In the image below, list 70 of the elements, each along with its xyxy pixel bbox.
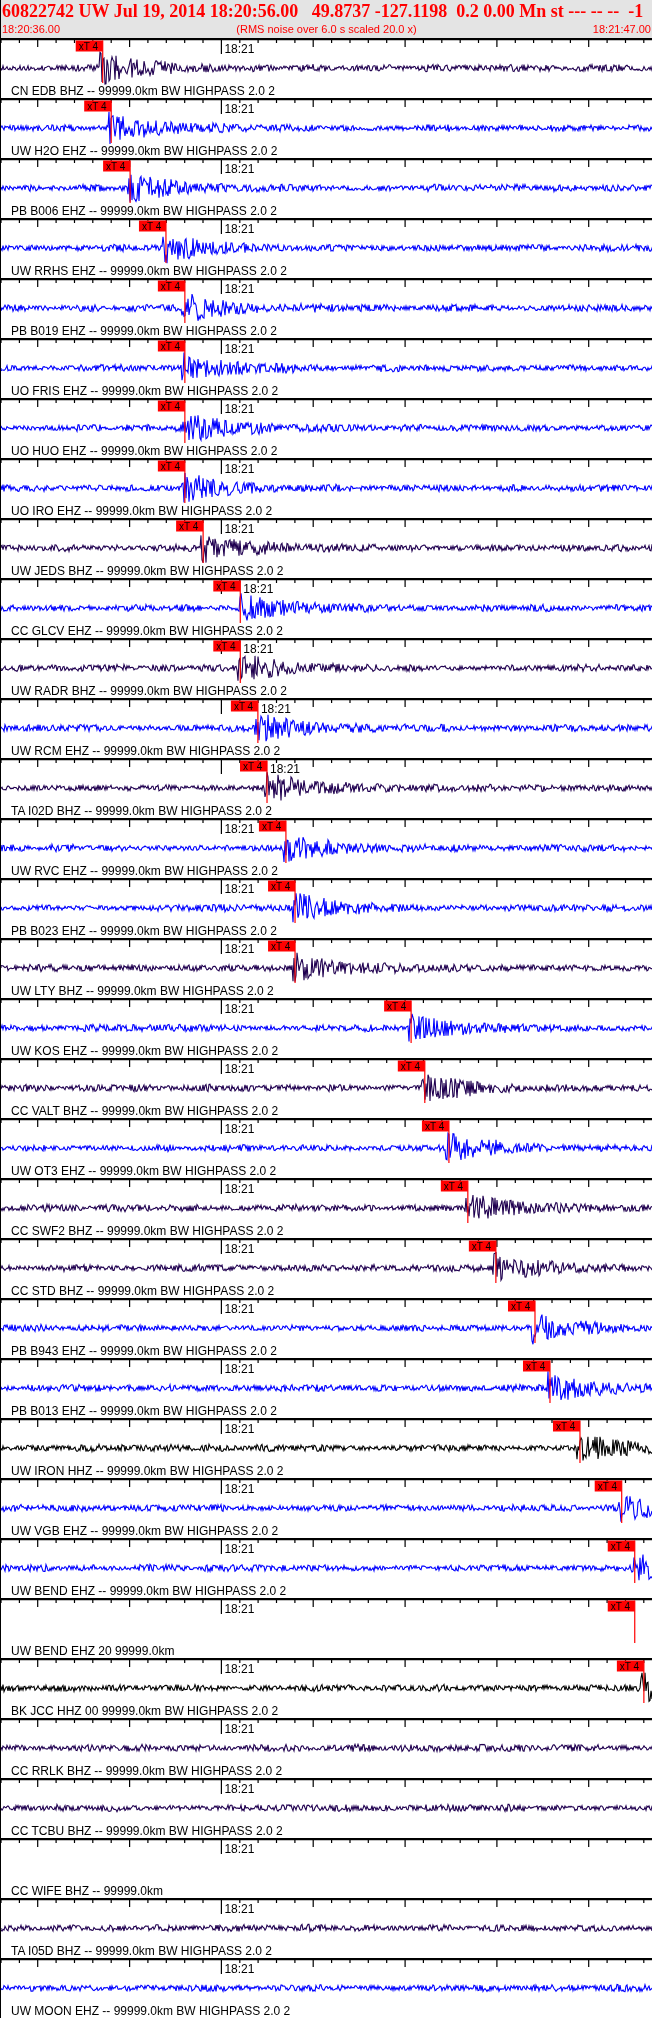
station-label: CC VALT BHZ -- 99999.0km BW HIGHPASS 2.0 2	[11, 1104, 279, 1118]
time-label: 18:21	[224, 1782, 255, 1796]
time-label: 18:21	[224, 1842, 255, 1856]
time-label: 18:21	[224, 1482, 255, 1496]
time-label: 18:21	[224, 522, 255, 536]
station-label: UW RRHS EHZ -- 99999.0km BW HIGHPASS 2.0 2	[11, 264, 287, 278]
station-label: UW JEDS BHZ -- 99999.0km BW HIGHPASS 2.0 2	[11, 564, 284, 578]
time-label: 18:21	[224, 102, 255, 116]
time-label: 18:21	[224, 1602, 255, 1616]
station-label: UO IRO EHZ -- 99999.0km BW HIGHPASS 2.0 2	[11, 504, 273, 518]
time-label: 18:21	[224, 822, 255, 836]
time-label: 18:21	[224, 1362, 255, 1376]
time-label: 18:21	[224, 1002, 255, 1016]
time-label: 18:21	[224, 282, 255, 296]
station-label: BK JCC HHZ 00 99999.0km BW HIGHPASS 2.0 2	[11, 1704, 279, 1718]
station-label: UO HUO EHZ -- 99999.0km BW HIGHPASS 2.0 2	[11, 444, 278, 458]
time-label: 18:21	[224, 1242, 255, 1256]
station-label: PB B943 EHZ -- 99999.0km BW HIGHPASS 2.0 2	[11, 1344, 277, 1358]
station-label: TA I05D BHZ -- 99999.0km BW HIGHPASS 2.0 2	[11, 1944, 272, 1958]
station-label: PB B013 EHZ -- 99999.0km BW HIGHPASS 2.0 2	[11, 1404, 277, 1418]
station-label: UW OT3 EHZ -- 99999.0km BW HIGHPASS 2.0 2	[11, 1164, 277, 1178]
time-label: 18:21	[224, 1722, 255, 1736]
station-label: CC WIFE BHZ -- 99999.0km	[11, 1884, 164, 1898]
station-label: CC RRLK BHZ -- 99999.0km BW HIGHPASS 2.0 2	[11, 1764, 283, 1778]
station-label: CC TCBU BHZ -- 99999.0km BW HIGHPASS 2.0 2	[11, 1824, 283, 1838]
time-label: 18:21	[224, 942, 255, 956]
time-label: 18:21	[224, 1122, 255, 1136]
time-label: 18:21	[224, 402, 255, 416]
station-label: PB B019 EHZ -- 99999.0km BW HIGHPASS 2.0 2	[11, 324, 277, 338]
time-label: 18:21	[224, 1062, 255, 1076]
time-label: 18:21	[243, 582, 274, 596]
station-label: UW IRON HHZ -- 99999.0km BW HIGHPASS 2.0 2	[11, 1464, 284, 1478]
time-label: 18:21	[224, 1302, 255, 1316]
station-label: UW H2O EHZ -- 99999.0km BW HIGHPASS 2.0 2	[11, 144, 278, 158]
station-label: UW MOON EHZ -- 99999.0km BW HIGHPASS 2.0 2	[11, 2004, 291, 2018]
time-label: 18:21	[224, 1902, 255, 1916]
time-label: 18:21	[224, 1962, 255, 1976]
time-label: 18:21	[224, 222, 255, 236]
station-label: UW BEND EHZ 20 99999.0km	[11, 1644, 175, 1658]
station-label: UW RADR BHZ -- 99999.0km BW HIGHPASS 2.0 2	[11, 684, 287, 698]
time-label: 18:21	[243, 642, 274, 656]
station-label: CN EDB BHZ -- 99999.0km BW HIGHPASS 2.0 2	[11, 84, 275, 98]
time-label: 18:21	[224, 882, 255, 896]
station-label: UW RCM EHZ -- 99999.0km BW HIGHPASS 2.0 2	[11, 744, 281, 758]
time-label: 18:21	[224, 462, 255, 476]
time-label: 18:21	[224, 342, 255, 356]
station-label: PB B023 EHZ -- 99999.0km BW HIGHPASS 2.0 2	[11, 924, 277, 938]
time-label: 18:21	[224, 42, 255, 56]
time-label: 18:21	[270, 762, 301, 776]
station-label: UW VGB EHZ -- 99999.0km BW HIGHPASS 2.0 2	[11, 1524, 279, 1538]
time-label: 18:21	[260, 702, 291, 716]
station-label: CC SWF2 BHZ -- 99999.0km BW HIGHPASS 2.0 2	[11, 1224, 284, 1238]
time-label: 18:21	[224, 1422, 255, 1436]
station-label: UO FRIS EHZ -- 99999.0km BW HIGHPASS 2.0 2	[11, 384, 279, 398]
station-label: CC GLCV EHZ -- 99999.0km BW HIGHPASS 2.0 2	[11, 624, 283, 638]
end-time: 18:21:47.00	[592, 22, 651, 36]
time-label: 18:21	[224, 162, 255, 176]
time-label: 18:21	[224, 1662, 255, 1676]
station-label: UW BEND EHZ -- 99999.0km BW HIGHPASS 2.0 2	[11, 1584, 287, 1598]
event-title: 60822742 UW Jul 19, 2014 18:20:56.00 49.8737 -127.1198 0.2 0.00 Mn st --- -- -- -1	[2, 1, 645, 22]
time-label: 18:21	[224, 1542, 255, 1556]
scale-note: (RMS noise over 6.0 s scaled 20.0 x)	[236, 22, 417, 36]
time-label: 18:21	[224, 1182, 255, 1196]
start-time: 18:20:36.00	[2, 22, 61, 36]
station-label: PB B006 EHZ -- 99999.0km BW HIGHPASS 2.0 2	[11, 204, 277, 218]
station-label: UW LTY BHZ -- 99999.0km BW HIGHPASS 2.0 2	[11, 984, 274, 998]
station-label: CC STD BHZ -- 99999.0km BW HIGHPASS 2.0 2	[11, 1284, 275, 1298]
station-label: UW RVC EHZ -- 99999.0km BW HIGHPASS 2.0 2	[11, 864, 278, 878]
station-label: TA I02D BHZ -- 99999.0km BW HIGHPASS 2.0 2	[11, 804, 272, 818]
station-label: UW KOS EHZ -- 99999.0km BW HIGHPASS 2.0 2	[11, 1044, 279, 1058]
